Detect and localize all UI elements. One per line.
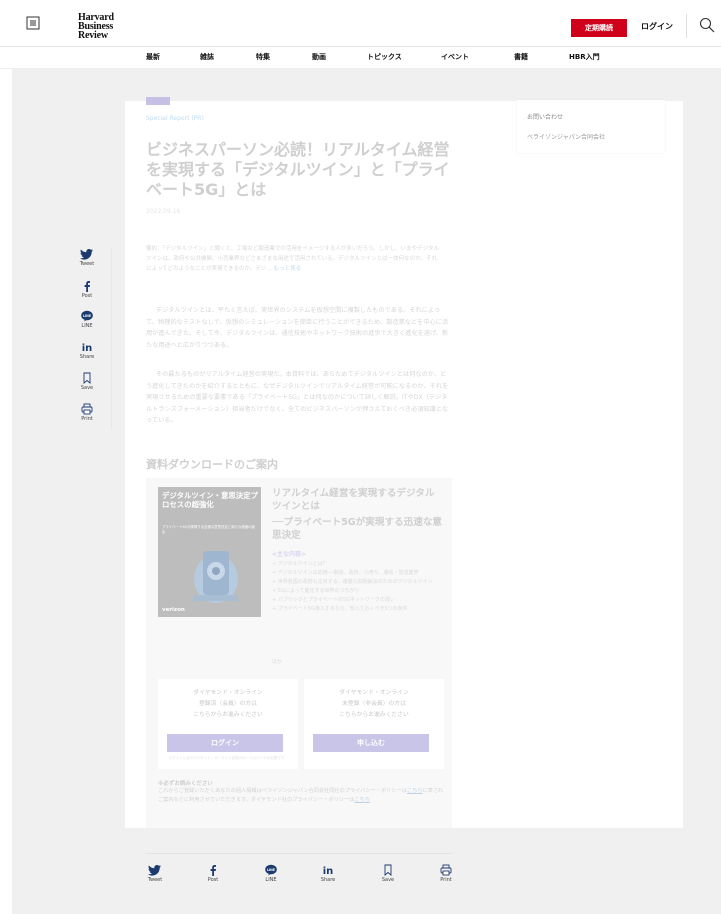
toc-heading: <主な内容>	[272, 551, 307, 558]
linkedin-share-button-bottom[interactable]: in Share	[316, 864, 340, 883]
share-divider	[111, 248, 112, 428]
linkedin-share-button[interactable]: in Share	[75, 341, 99, 360]
nav-item-topics[interactable]: トピックス	[367, 52, 402, 62]
contact-link[interactable]: お問い合わせ	[527, 112, 563, 121]
twitter-icon	[148, 865, 161, 876]
member-login-card: ダイヤモンド・オンライン 登録済（会員）の方は こちらからお進みください ログイ…	[158, 679, 298, 769]
sponsor-company: ベライゾンジャパン合同会社	[527, 134, 606, 141]
article-paragraph-1: デジタルツインとは、平たく言えば、実世界のシステムを仮想空間に複製したものである…	[146, 307, 449, 349]
cover-title: デジタルツイン・意思決定プロセスの超強化	[162, 491, 258, 509]
tweet-button[interactable]: Tweet	[75, 248, 99, 267]
privacy-policy-link-sponsor[interactable]: こちら	[407, 788, 423, 794]
login-link[interactable]: ログイン	[641, 21, 673, 32]
post-button-bottom[interactable]: Post	[201, 864, 225, 883]
privacy-policy-link-diamond[interactable]: こちら	[354, 797, 370, 803]
bookmark-icon	[83, 372, 91, 384]
post-button[interactable]: Post	[75, 280, 99, 299]
pr-badge	[146, 97, 170, 105]
twitter-icon	[80, 249, 93, 260]
privacy-notice: これからご登録いただくあなたの個人情報はベライゾンジャパン合同会社同社のプライバ…	[158, 788, 444, 803]
network-illustration-icon	[194, 551, 238, 603]
login-note: ログインにはダイヤモンド・オンライン会員のID・パスワードが必要です。	[168, 756, 288, 760]
svg-text:LINE: LINE	[267, 868, 275, 872]
article-paragraph-2: その最たるものがリアルタイム経営の実現だ。本資料では、あらためてデジタルツインと…	[146, 371, 449, 424]
nav-item-events[interactable]: イベント	[441, 52, 469, 62]
line-icon: LINE	[81, 310, 93, 322]
print-button-bottom[interactable]: Print	[434, 864, 458, 883]
main-nav: 最新 雑誌 特集 動画 トピックス イベント 書籍 HBR入門	[0, 47, 721, 69]
toc-list: デジタルツインとは？ デジタルツインの応用──製造、政府、小売り、通信・放送業界…	[272, 560, 442, 614]
download-title: リアルタイム経営を実現するデジタルツインとは	[272, 488, 435, 512]
article-summary: 要約：「デジタルツイン」と聞くと、工場など製造業での活用をイメージする人が多いだ…	[146, 246, 440, 272]
search-icon[interactable]	[698, 16, 716, 34]
nav-item-features[interactable]: 特集	[256, 52, 270, 62]
toc-item: デジタルツインとは？	[272, 560, 442, 569]
article-title: ビジネスパーソン必読！リアルタイム経営を実現する「デジタルツイン」と「プライベー…	[146, 140, 450, 199]
nav-item-hbr-intro[interactable]: HBR入門	[569, 52, 600, 62]
toc-item: プライベート5G導入するなら、知っておくべき5つの条件	[272, 605, 442, 614]
subscribe-button[interactable]: 定期購読	[571, 19, 627, 37]
toc-item: 5Gによって進化する世界のつながり	[272, 587, 442, 596]
svg-text:in: in	[323, 866, 334, 876]
tweet-button-bottom[interactable]: Tweet	[143, 864, 167, 883]
line-icon: LINE	[265, 864, 277, 876]
svg-text:in: in	[82, 343, 93, 353]
toc-item: デジタルツインの応用──製造、政府、小売り、通信・放送業界	[272, 569, 442, 578]
toc-item: 世界各国の政府も注目する、複雑な問題解決のためのデジタルツイン	[272, 578, 442, 587]
line-button[interactable]: LINE LINE	[75, 310, 99, 329]
notice-heading: ※必ずお読みください	[158, 781, 213, 787]
facebook-icon	[84, 281, 90, 292]
facebook-icon	[210, 865, 216, 876]
apply-button[interactable]: 申し込む	[313, 734, 429, 752]
site-logo[interactable]: Harvard Business Review	[78, 13, 114, 41]
download-heading: 資料ダウンロードのご案内	[146, 458, 278, 471]
verizon-logo: verizon	[162, 607, 185, 613]
article-date: 2022.09.16	[146, 208, 181, 215]
toc-more: ほか	[272, 659, 283, 665]
share-bar-horizontal: Tweet Post LINE LINE in Share Save Print	[125, 833, 455, 883]
save-button[interactable]: Save	[75, 372, 99, 391]
header-divider	[686, 14, 687, 38]
linkedin-icon: in	[323, 866, 334, 876]
read-more-link[interactable]: もっと見る	[274, 266, 302, 272]
download-subtitle: ──プライベート5Gが実現する迅速な意思決定	[272, 517, 443, 541]
nav-item-latest[interactable]: 最新	[146, 52, 160, 62]
printer-icon	[81, 403, 93, 415]
bookmark-icon	[384, 864, 392, 876]
article-category[interactable]: Special Report (PR)	[146, 115, 204, 122]
nav-item-videos[interactable]: 動画	[312, 52, 326, 62]
svg-text:LINE: LINE	[83, 314, 91, 318]
nav-item-magazine[interactable]: 雑誌	[200, 52, 214, 62]
nonmember-signup-card: ダイヤモンド・オンライン 未登録（非会員）の方は こちらからお進みください 申し…	[304, 679, 444, 769]
print-button[interactable]: Print	[75, 403, 99, 422]
site-header: Harvard Business Review 定期購読 ログイン	[0, 0, 721, 47]
login-button[interactable]: ログイン	[167, 734, 283, 752]
line-button-bottom[interactable]: LINE LINE	[259, 864, 283, 883]
menu-icon[interactable]	[24, 15, 42, 31]
whitepaper-cover: デジタルツイン・意思決定プロセスの超強化 プライベート5Gが実現する迅速な意思決…	[158, 487, 261, 617]
printer-icon	[440, 864, 452, 876]
sponsor-panel: お問い合わせ ベライゾンジャパン合同会社	[517, 100, 665, 153]
linkedin-icon: in	[82, 343, 93, 353]
nav-item-books[interactable]: 書籍	[514, 52, 528, 62]
toc-item: パブリックとプライベートの5Gネットワークの違い	[272, 596, 442, 605]
cover-subtitle: プライベート5Gが実現する迅速な意思決定と新たな価値の創出	[162, 525, 255, 534]
save-button-bottom[interactable]: Save	[376, 864, 400, 883]
